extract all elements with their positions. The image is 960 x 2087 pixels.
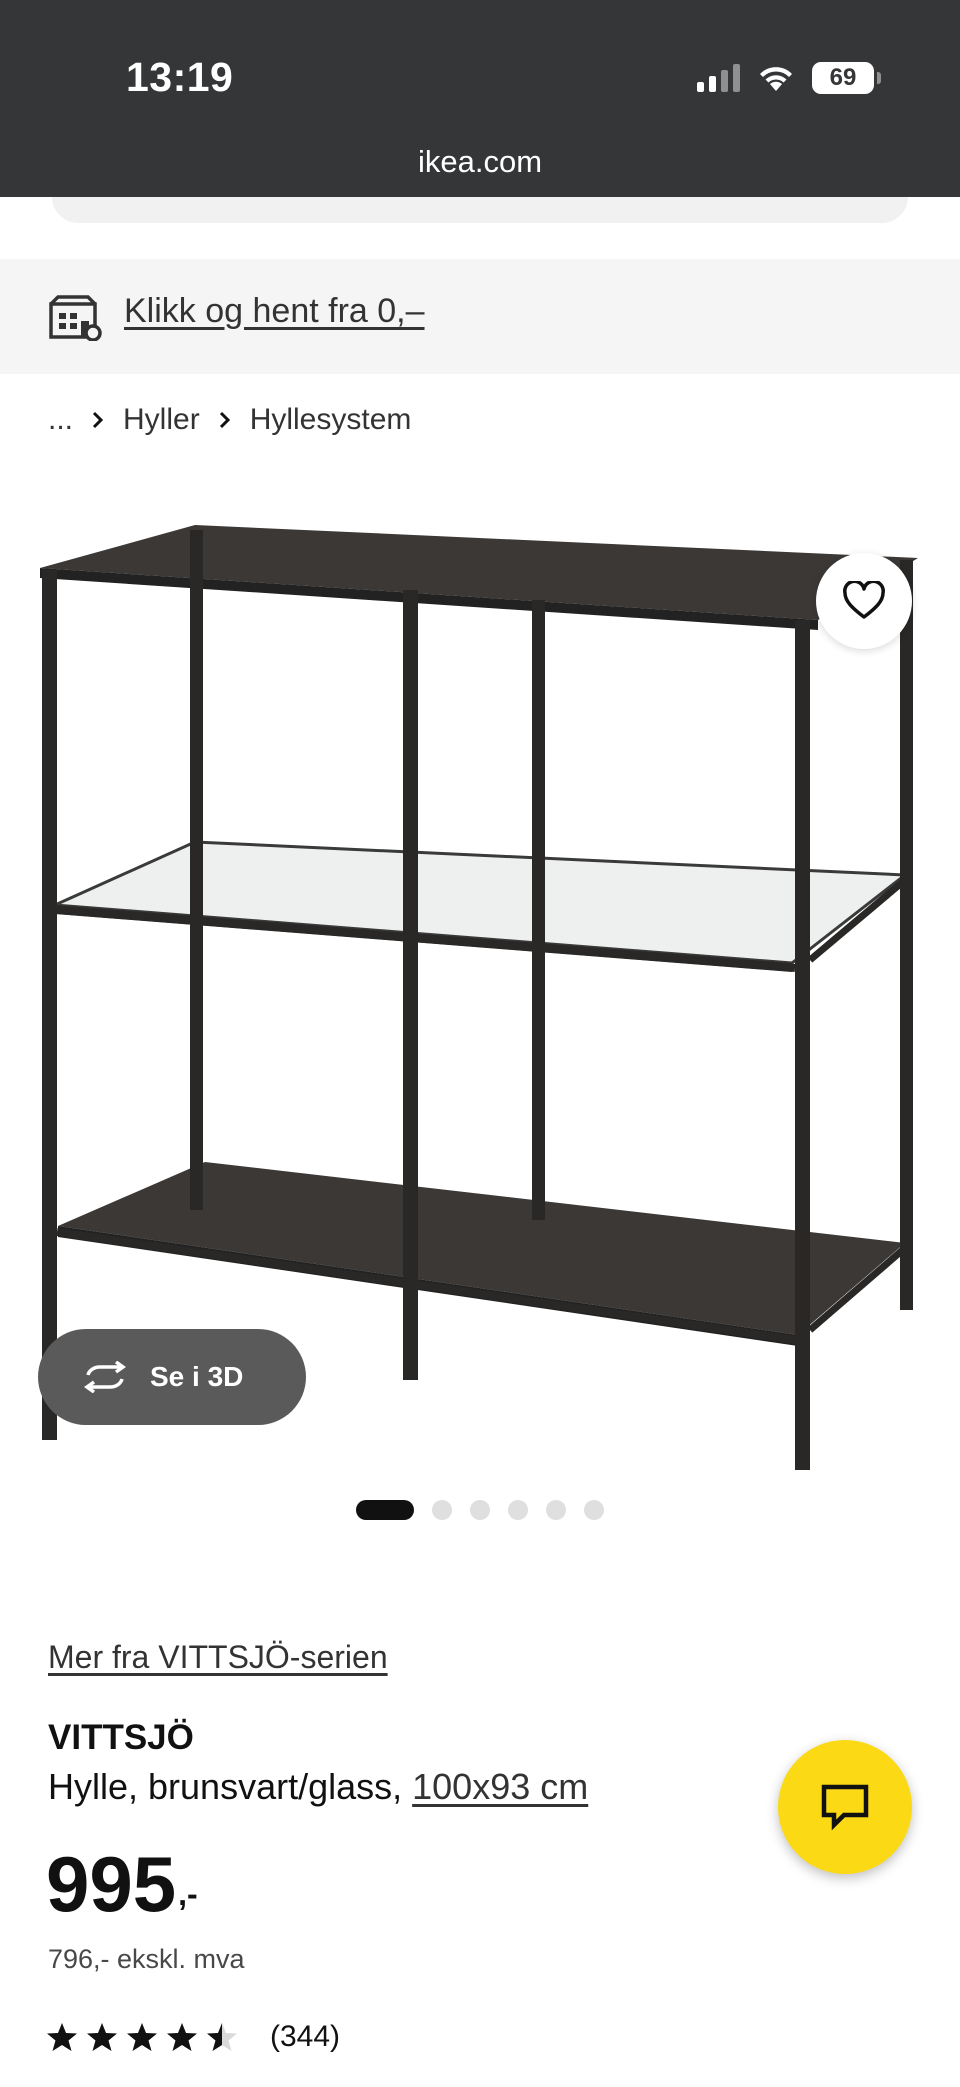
breadcrumb: ... Hyller Hyllesystem (48, 403, 411, 437)
cellular-signal-icon (697, 64, 740, 92)
breadcrumb-item-hyllesystem[interactable]: Hyllesystem (250, 403, 412, 437)
price-suffix: ,- (178, 1876, 198, 1912)
search-bar[interactable] (52, 197, 908, 223)
price-ex-vat: 796,- ekskl. mva (48, 1944, 245, 1974)
browser-url[interactable]: ikea.com (0, 144, 960, 180)
gallery-dot-2[interactable] (432, 1500, 452, 1520)
product-description: Hylle, brunsvart/glass, 100x93 cm (48, 1766, 588, 1808)
status-time: 13:19 (126, 54, 234, 100)
chevron-right-icon (92, 411, 104, 429)
star-icon (167, 2023, 197, 2051)
promo-banner: Klikk og hent fra 0,– (0, 259, 960, 374)
heart-icon (843, 581, 885, 619)
rating-stars (46, 2021, 238, 2053)
view-3d-label: Se i 3D (150, 1361, 244, 1392)
star-icon (47, 2023, 77, 2051)
battery-icon: 69 (812, 62, 881, 94)
gallery-dot-3[interactable] (470, 1500, 490, 1520)
review-count[interactable]: (344) (270, 2020, 340, 2054)
chat-bubble-icon (821, 1784, 869, 1831)
rotate-icon (83, 1361, 127, 1393)
product-price: 995 ,- (46, 1845, 198, 1923)
product-name: VITTSJÖ (48, 1718, 194, 1757)
status-bar: 13:19 69 ikea.com (0, 0, 960, 197)
store-pickup-icon (49, 295, 102, 341)
product-image[interactable] (0, 470, 960, 1470)
gallery-dot-6[interactable] (584, 1500, 604, 1520)
product-rating[interactable]: (344) (46, 2020, 340, 2054)
wifi-icon (760, 67, 792, 91)
star-icon (87, 2023, 117, 2051)
gallery-dot-5[interactable] (546, 1500, 566, 1520)
view-3d-button[interactable]: Se i 3D (38, 1329, 306, 1425)
favorite-button[interactable] (816, 553, 912, 649)
gallery-dot-1[interactable] (356, 1500, 414, 1520)
chevron-right-icon (219, 411, 230, 429)
chat-button[interactable] (778, 1740, 912, 1874)
battery-level: 69 (829, 64, 857, 91)
star-icon (127, 2023, 157, 2051)
series-link[interactable]: Mer fra VITTSJÖ-serien (48, 1639, 388, 1676)
breadcrumb-ellipsis[interactable]: ... (48, 403, 73, 437)
star-icon (207, 2023, 237, 2051)
click-and-collect-link[interactable]: Klikk og hent fra 0,– (124, 292, 425, 331)
status-icons: 69 (697, 60, 881, 96)
breadcrumb-item-hyller[interactable]: Hyller (123, 403, 200, 437)
gallery-dot-4[interactable] (508, 1500, 528, 1520)
gallery-pagination (356, 1500, 604, 1520)
product-description-text: Hylle, brunsvart/glass, (48, 1766, 413, 1807)
product-size-link[interactable]: 100x93 cm (412, 1766, 588, 1807)
price-integer: 995 (46, 1840, 177, 1928)
